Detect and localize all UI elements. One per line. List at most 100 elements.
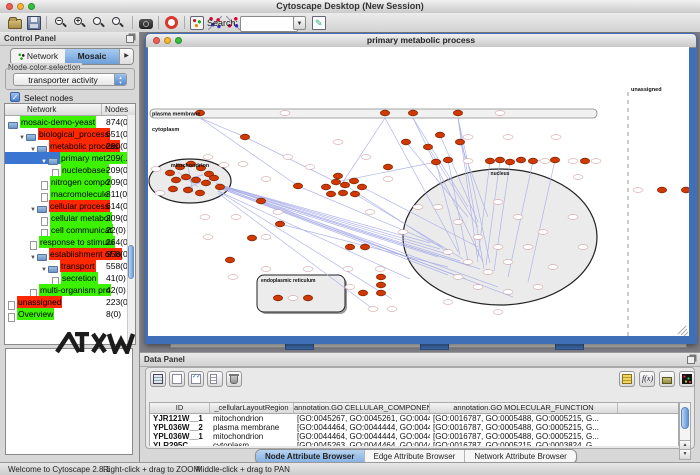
table-row[interactable]: YJR121W__1mitochondrion[GO:0045267, GO:0… [150,414,678,423]
select-attributes-icon[interactable] [188,371,204,387]
snapshot-icon[interactable] [139,19,153,29]
node-small[interactable] [538,230,548,235]
node-small[interactable] [345,285,355,290]
zoom-fit-icon[interactable]: ▫ [111,16,125,30]
node[interactable] [201,180,210,186]
node-small[interactable] [383,177,393,182]
tree-row[interactable]: cell communicat22(0) [5,224,135,236]
zoom-out-icon[interactable]: − [54,16,68,30]
node-small[interactable] [305,165,315,170]
node[interactable] [423,144,432,150]
new-attribute-icon[interactable] [169,371,185,387]
resize-grip[interactable] [684,332,688,336]
node-small[interactable] [578,245,588,250]
node-small[interactable] [333,140,343,145]
node-small[interactable] [523,245,533,250]
node[interactable] [357,184,366,190]
node[interactable] [401,139,410,145]
tree-scrollbar-thumb[interactable] [128,245,134,279]
node-small[interactable] [231,215,241,220]
table-scrollbar[interactable]: ▲ ▼ [679,402,691,460]
node-small[interactable] [551,135,561,140]
node[interactable] [443,157,452,163]
node[interactable] [256,198,265,204]
node[interactable] [340,182,349,188]
node-small[interactable] [261,267,271,272]
edge[interactable] [220,185,430,243]
help-lifering-icon[interactable] [165,16,178,29]
node-small[interactable] [503,135,513,140]
node-small[interactable] [155,191,165,196]
node[interactable] [431,159,440,165]
node[interactable] [376,290,385,296]
node[interactable] [528,158,537,164]
node[interactable] [247,235,256,241]
node-small[interactable] [203,155,213,160]
node[interactable] [380,110,389,116]
node[interactable] [376,274,385,280]
node[interactable] [293,183,302,189]
attribute-table-icon[interactable] [150,371,166,387]
node-small[interactable] [303,267,313,272]
node-small[interactable] [228,275,238,280]
node-small[interactable] [503,260,513,265]
nucleus-region[interactable] [403,169,597,305]
node-small[interactable] [443,250,453,255]
node-small[interactable] [495,111,505,116]
edge[interactable] [218,191,410,279]
tree-row[interactable]: response to stimulu264(0) [5,236,135,248]
tree-row[interactable]: unassigned223(0) [5,296,135,308]
network-graph[interactable]: plasma membranecytoplasmmitochondrionnuc… [148,47,689,336]
table-row[interactable]: YPL036W__2plasma membrane[GO:0044464, GO… [150,423,678,432]
node-small[interactable] [288,296,298,301]
tree-row[interactable]: ▼transport558(0) [5,260,135,272]
node[interactable] [408,110,417,116]
node-small[interactable] [433,205,443,210]
save-session-icon[interactable] [27,16,41,30]
node[interactable] [171,177,180,183]
search-dropdown-button[interactable]: ▼ [293,16,306,30]
import-attributes-folder-icon[interactable] [659,371,675,387]
node-small[interactable] [591,159,601,164]
node[interactable] [453,110,462,116]
node-small[interactable] [361,155,371,160]
select-nodes-checkbox[interactable]: ✓ [10,92,20,102]
birdseye-view[interactable] [5,348,133,455]
tree-row[interactable]: ▼establishment of lo558(0) [5,248,135,260]
zoom-selected-icon[interactable] [92,16,106,30]
node[interactable] [168,186,177,192]
tree-row[interactable]: macromolecule311(0) [5,188,135,200]
tree-row[interactable]: ▼biological_process651(0) [5,128,135,140]
node-small[interactable] [203,235,213,240]
node-small[interactable] [493,310,503,315]
column-header[interactable]: _cellularLayoutRegion [210,403,294,413]
node[interactable] [215,184,224,190]
node[interactable] [195,190,204,196]
node-small[interactable] [375,267,385,272]
node-small[interactable] [573,175,583,180]
node-small[interactable] [398,230,408,235]
node-color-dropdown[interactable]: transporter activity ▲▼ [13,73,127,86]
node-small[interactable] [443,300,453,305]
tree-row[interactable]: ▼metabolic process280(0) [5,140,135,152]
node-small[interactable] [463,260,473,265]
edge[interactable] [245,137,336,182]
node[interactable] [273,295,282,301]
node[interactable] [376,282,385,288]
node-small[interactable] [219,163,229,168]
node-small[interactable] [473,285,483,290]
attribute-browser-icon[interactable] [312,16,326,30]
resize-grip[interactable] [678,326,686,334]
column-header[interactable]: ID [150,403,210,413]
tab-overflow-arrow[interactable]: ▶ [119,49,133,64]
attribute-form-icon[interactable] [619,371,635,387]
search-input[interactable] [240,16,298,32]
node-small[interactable] [513,215,523,220]
node-small[interactable] [463,135,473,140]
node[interactable] [580,158,589,164]
tab-network[interactable]: Network [11,49,65,64]
node-small[interactable] [368,307,378,312]
node[interactable] [303,295,312,301]
node-small[interactable] [413,205,423,210]
node-small[interactable] [463,159,473,164]
